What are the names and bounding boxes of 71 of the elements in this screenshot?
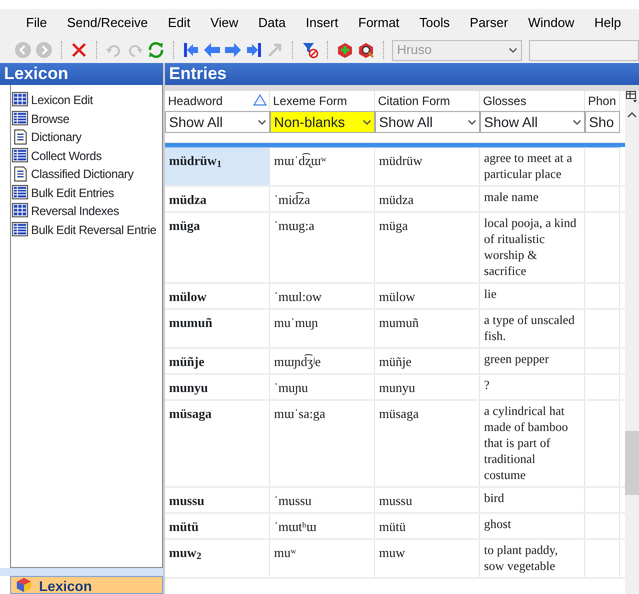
menu-item[interactable]: Help	[584, 13, 632, 33]
table-cell[interactable]: mütü	[165, 514, 270, 538]
table-cell[interactable]: müñje	[165, 349, 270, 373]
table-cell[interactable]: müdrüw$_{1}$	[165, 147, 270, 185]
table-cell: bird	[480, 488, 585, 512]
sidebar-item[interactable]: Bulk Edit Entries	[31, 184, 114, 202]
menu-item[interactable]: File	[16, 13, 57, 33]
area-button[interactable]: Lexicon	[10, 576, 163, 594]
panel-title: Lexicon	[0, 63, 163, 85]
table-cell: ˈmɯtʰɯ	[270, 514, 375, 538]
table-cell: a type of unscaled fish.	[480, 310, 585, 347]
filter-dropdown[interactable]: Non-blanks	[270, 111, 375, 133]
table-cell[interactable]: mumuñ	[165, 310, 270, 347]
table-cell: muw	[375, 540, 480, 577]
menu-item[interactable]: Edit	[158, 13, 200, 33]
table-cell[interactable]: müga	[165, 213, 270, 282]
table-cell[interactable]: müsaga	[165, 401, 270, 486]
filter-dropdown[interactable]: Sho	[585, 111, 620, 133]
menu-item[interactable]: Data	[248, 13, 296, 33]
table-cell: mɯˈd͡ʐɯʷ	[270, 147, 375, 185]
table-cell: ghost	[480, 514, 585, 538]
menu-item[interactable]: View	[200, 13, 248, 33]
table-cell: mɯɲd͡ʒʲe	[270, 349, 375, 373]
table-cell: to plant paddy, sow vegetable	[480, 540, 585, 577]
sidebar-item[interactable]: Browse	[31, 110, 70, 128]
table-cell: muʷ	[270, 540, 375, 577]
table-cell: müdrüw	[375, 147, 480, 185]
table-cell: müñje	[375, 349, 480, 373]
table-cell: agree to meet at a particular place	[480, 147, 585, 185]
sidebar-item[interactable]: Classified Dictionary	[31, 165, 134, 184]
table-cell[interactable]: mussu	[165, 488, 270, 512]
table-cell: ˈmɯg:a	[270, 213, 375, 282]
table-cell: ˈmid͡za	[270, 187, 375, 211]
table-cell[interactable]: müdza	[165, 187, 270, 211]
table-cell: mɯˈsa:ga	[270, 401, 375, 486]
table-cell[interactable]: mülow	[165, 284, 270, 308]
table-cell: mumuñ	[375, 310, 480, 347]
table-cell: müdza	[375, 187, 480, 211]
table-cell: local pooja, a kind of ritualistic worship & sacrifice	[480, 213, 585, 282]
table-cell: müsaga	[375, 401, 480, 486]
table-cell[interactable]: muw$_{2}$	[165, 540, 270, 577]
table-cell[interactable]: munyu	[165, 375, 270, 399]
filter-dropdown[interactable]: Show All	[480, 111, 585, 133]
menu-item[interactable]: Tools	[409, 13, 460, 33]
table-cell: male name	[480, 187, 585, 211]
sidebar-item[interactable]: Reversal Indexes	[31, 202, 119, 220]
table-cell: a cylindrical hat made of bamboo that is part of traditional costume	[480, 401, 585, 486]
table-cell: ˈmuɲu	[270, 375, 375, 399]
filter-dropdown[interactable]: Show All	[375, 111, 480, 133]
menu-item[interactable]: Send/Receive	[56, 13, 158, 33]
table-cell: mussu	[375, 488, 480, 512]
panel-title: Entries	[165, 63, 639, 85]
sidebar-item[interactable]: Lexicon Edit	[31, 91, 93, 110]
table-cell: lie	[480, 284, 585, 308]
table-cell: müga	[375, 213, 480, 282]
table-cell: ?	[480, 375, 585, 399]
menu-item[interactable]: Insert	[296, 13, 348, 33]
table-cell: mütü	[375, 514, 480, 538]
filter-dropdown[interactable]: Show All	[165, 111, 270, 133]
table-cell: mülow	[375, 284, 480, 308]
menu-item[interactable]: Window	[518, 13, 584, 33]
sidebar-item[interactable]: Dictionary	[31, 128, 82, 146]
menu-item[interactable]: Parser	[460, 13, 518, 33]
menu-item[interactable]: Format	[348, 13, 410, 33]
table-cell: muˈmuɲ	[270, 310, 375, 347]
table-cell: ˈmussu	[270, 488, 375, 512]
sidebar-item[interactable]: Bulk Edit Reversal Entrie	[31, 220, 156, 239]
table-cell: green pepper	[480, 349, 585, 373]
table-cell: ˈmɯl:ow	[270, 284, 375, 308]
sidebar-item[interactable]: Collect Words	[31, 146, 102, 165]
table-cell: munyu	[375, 375, 480, 399]
